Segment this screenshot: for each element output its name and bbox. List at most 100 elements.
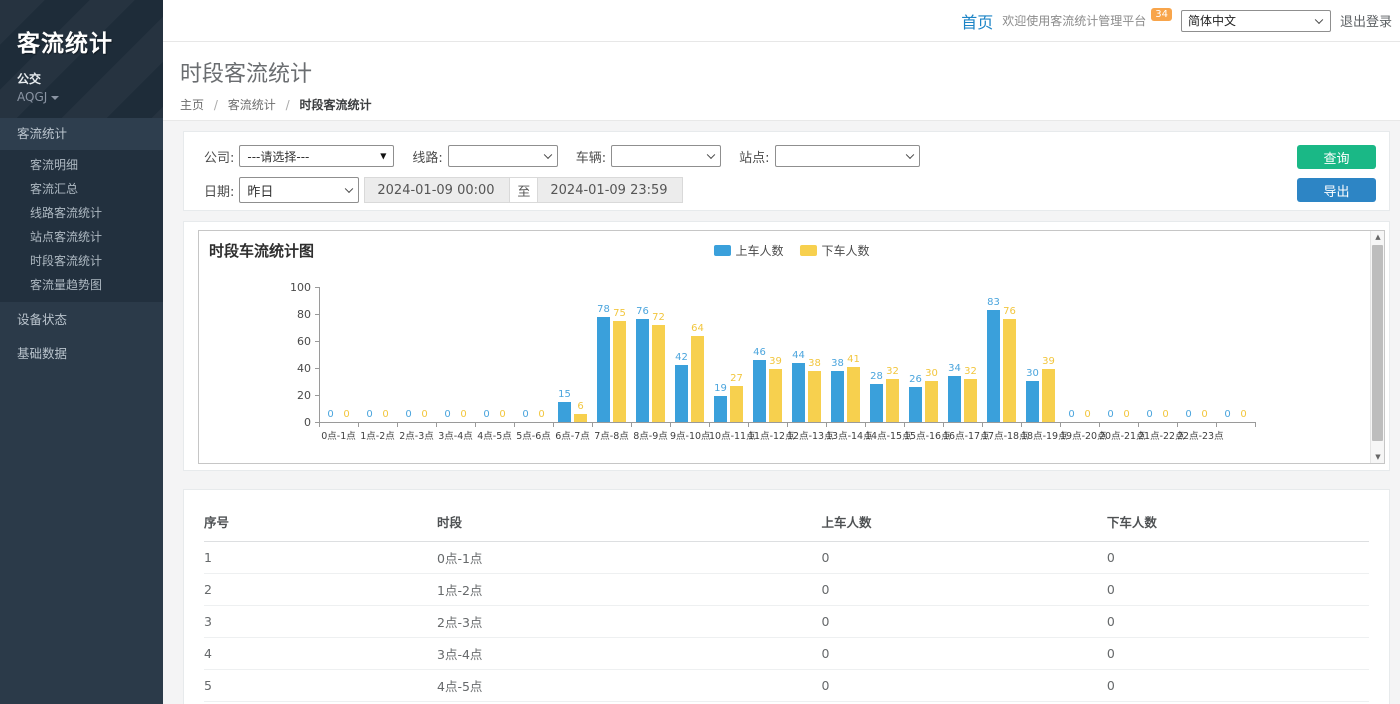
legend-label: 上车人数 [735,242,783,259]
sidebar-subitem-0-5[interactable]: 客流量趋势图 [0,273,163,297]
bar-value-label: 0 [1227,409,1261,420]
bar-上车人数-16 [948,376,961,422]
sidebar-subitem-0-0[interactable]: 客流明细 [0,153,163,177]
language-select[interactable]: 简体中文 [1181,10,1331,32]
y-tick-label: 60 [271,335,311,348]
sidebar-item-1[interactable]: 设备状态 [0,303,163,336]
x-tick-mark [358,423,359,427]
breadcrumb-separator: / [286,98,290,112]
table-row: 10点-1点00 [204,542,1369,574]
chevron-down-icon [707,151,715,159]
y-tick-mark [315,287,319,288]
table-cell: 3 [204,606,437,638]
end-datetime-input[interactable]: 2024-01-09 23:59 [537,177,683,203]
scroll-down-icon[interactable]: ▼ [1371,451,1385,463]
sidebar-item-0[interactable]: 客流统计 [0,118,163,150]
bar-下车人数-17 [1003,319,1016,422]
y-tick-label: 20 [271,389,311,402]
table-row: 21点-2点00 [204,574,1369,606]
bar-下车人数-18 [1042,369,1055,422]
table-cell: 0点-1点 [437,542,821,574]
x-tick-mark [709,423,710,427]
table-cell: 0 [1107,606,1369,638]
chart-legend: 上车人数下车人数 [713,242,869,259]
x-tick-mark [748,423,749,427]
chart-scrollbar[interactable]: ▲ ▼ [1370,231,1384,463]
bar-下车人数-10 [730,386,743,422]
bar-上车人数-18 [1026,381,1039,422]
company-select-value: ---请选择--- [247,148,309,165]
sidebar-subitem-0-3[interactable]: 站点客流统计 [0,225,163,249]
company-select[interactable]: ---请选择--- ▼ [239,145,394,167]
breadcrumb-home[interactable]: 主页 [180,98,204,112]
breadcrumb-section[interactable]: 客流统计 [228,98,276,112]
table-cell: 4点-5点 [437,670,821,702]
chevron-down-icon [1315,15,1323,23]
x-axis-label-21: 21点-22点 [1138,428,1177,442]
sidebar-subitem-0-2[interactable]: 线路客流统计 [0,201,163,225]
sidebar-item-2[interactable]: 基础数据 [0,337,163,370]
y-axis [319,287,320,423]
bar-下车人数-7 [613,321,626,422]
bar-上车人数-7 [597,317,610,422]
chart-panel: 时段车流统计图 上车人数下车人数 020406080100000点-1点001点… [183,221,1390,471]
table-cell: 0 [1107,542,1369,574]
bar-value-label: 15 [548,389,582,400]
home-link[interactable]: 首页 [961,9,993,33]
bar-上车人数-13 [831,371,844,422]
line-select[interactable] [448,145,558,167]
table-header-row: 序号时段上车人数下车人数 [204,503,1369,542]
x-axis-label-11: 11点-12点 [748,428,787,442]
table-cell: 1点-2点 [437,574,821,606]
sidebar-subitem-0-4[interactable]: 时段客流统计 [0,249,163,273]
sidebar-header: 客流统计 公交 AQGJ [0,0,163,118]
logout-link[interactable]: 退出登录 [1340,11,1392,30]
x-axis-label-7: 7点-8点 [592,428,631,442]
x-axis-label-16: 16点-17点 [943,428,982,442]
line-label: 线路: [412,147,442,166]
table-row: 54点-5点00 [204,670,1369,702]
date-label: 日期: [204,181,234,200]
start-datetime-input[interactable]: 2024-01-09 00:00 [364,177,510,203]
bar-value-label: 76 [993,306,1027,317]
scrollbar-thumb[interactable] [1372,245,1383,441]
x-axis-label-3: 3点-4点 [436,428,475,442]
export-button[interactable]: 导出 [1297,178,1376,202]
x-axis-label-10: 10点-11点 [709,428,748,442]
sidebar: 客流统计 公交 AQGJ 客流统计客流明细客流汇总线路客流统计站点客流统计时段客… [0,0,163,704]
app-root: 客流统计 公交 AQGJ 客流统计客流明细客流汇总线路客流统计站点客流统计时段客… [0,0,1400,704]
bar-上车人数-15 [909,387,922,422]
table-col-header-1: 时段 [437,503,821,542]
x-axis-label-18: 18点-19点 [1021,428,1060,442]
language-select-value: 简体中文 [1188,12,1236,29]
sidebar-subitem-0-1[interactable]: 客流汇总 [0,177,163,201]
scroll-up-icon[interactable]: ▲ [1371,231,1385,243]
bar-上车人数-11 [753,360,766,422]
station-select[interactable] [775,145,920,167]
x-axis-label-19: 19点-20点 [1060,428,1099,442]
x-tick-mark [1099,423,1100,427]
legend-item-1[interactable]: 下车人数 [800,242,870,259]
x-tick-mark [1138,423,1139,427]
x-axis-label-5: 5点-6点 [514,428,553,442]
account-name: AQGJ [17,90,47,104]
vehicle-select[interactable] [611,145,721,167]
account-dropdown[interactable]: AQGJ [17,90,163,104]
bar-下车人数-14 [886,379,899,422]
table-cell: 0 [1107,574,1369,606]
bar-value-label: 0 [525,409,559,420]
bar-上车人数-10 [714,396,727,422]
x-axis-label-17: 17点-18点 [982,428,1021,442]
x-axis-label-12: 12点-13点 [787,428,826,442]
main-area: 首页 欢迎使用客流统计管理平台 34 简体中文 退出登录 时段客流统计 主页 /… [163,0,1400,704]
date-preset-select[interactable]: 昨日 [239,177,359,203]
table-col-header-2: 上车人数 [821,503,1106,542]
table-cell: 0 [821,606,1106,638]
legend-item-0[interactable]: 上车人数 [713,242,783,259]
x-tick-mark [1021,423,1022,427]
x-axis-label-15: 15点-16点 [904,428,943,442]
chevron-down-icon [51,96,59,100]
chevron-down-icon: ▼ [380,152,386,161]
query-button[interactable]: 查询 [1297,145,1376,169]
x-tick-mark [319,423,320,427]
